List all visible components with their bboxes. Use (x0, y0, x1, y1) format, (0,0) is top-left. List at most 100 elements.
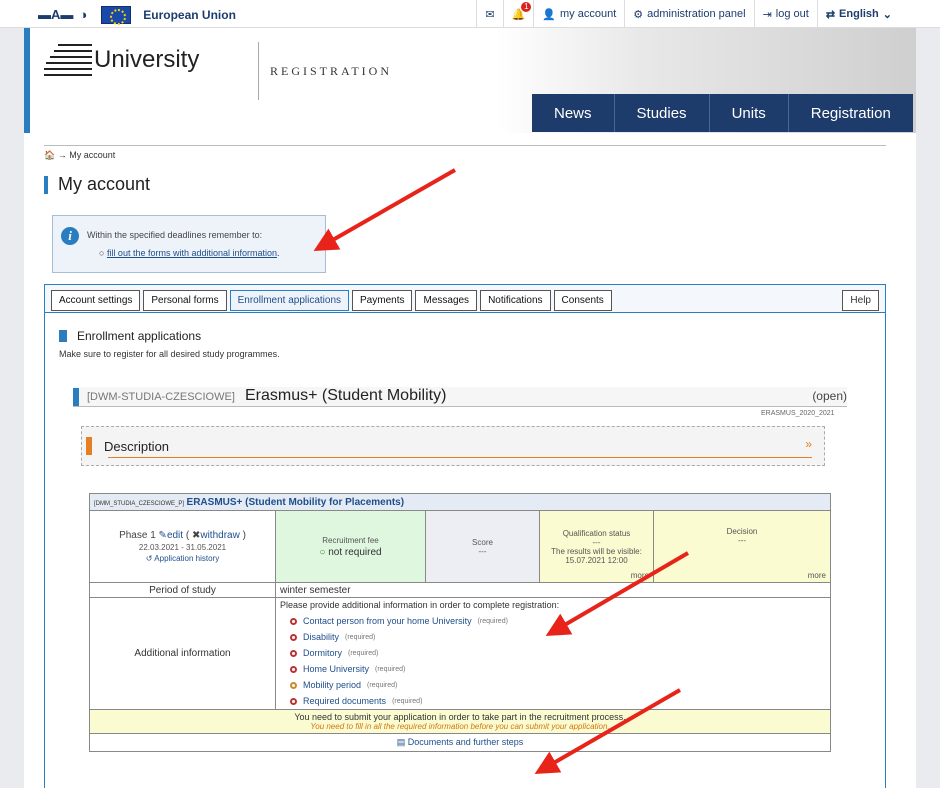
submit-cell: You need to submit your application in o… (89, 709, 831, 734)
decision-more-link[interactable]: more (808, 571, 826, 580)
documents-link-label: Documents and further steps (407, 737, 524, 747)
item-required: (required) (375, 665, 406, 673)
tab-account-settings[interactable]: Account settings (51, 290, 141, 311)
description-panel[interactable]: Description » (81, 426, 825, 466)
notification-count: 1 (521, 1, 532, 12)
info-text: Within the specified deadlines remember … (87, 230, 263, 240)
section-title-text: Enrollment applications (77, 329, 202, 343)
application-name: Erasmus+ (Student Mobility) (245, 387, 447, 404)
additional-info-link[interactable]: fill out the forms with additional infor… (107, 248, 277, 258)
decision-cell: Decision --- more (653, 510, 831, 583)
tab-enrollment-applications[interactable]: Enrollment applications (229, 290, 350, 311)
item-required: (required) (392, 697, 423, 705)
qualification-more-link[interactable]: more (631, 571, 649, 580)
document-icon: ▤ (396, 737, 406, 747)
application-header: [DWM-STUDIA-CZESCIOWE] Erasmus+ (Student… (73, 387, 847, 407)
score-label: Score (472, 537, 493, 547)
withdraw-link[interactable]: withdraw (200, 530, 239, 541)
documents-link[interactable]: ▤ Documents and further steps (89, 733, 831, 752)
section-title: Enrollment applications (59, 329, 201, 343)
top-bar: ▬A▬ ◑ European Union ✉ 🔔 1 👤 my account ⚙ a… (0, 0, 940, 28)
contrast-text-icon[interactable]: ▬A▬ (38, 8, 73, 22)
logout-icon: ⇥ (762, 8, 772, 21)
mail-button[interactable]: ✉ (476, 0, 502, 28)
list-item[interactable]: Disability (required) (280, 629, 830, 645)
required-status-icon (290, 697, 297, 705)
info-link-suffix: . (277, 248, 280, 258)
edit-link[interactable]: edit (167, 530, 183, 541)
table-header-row: [DMM_STUDIA_CZESCIOWE_P] ERASMUS+ (Stude… (89, 493, 831, 511)
description-underline (108, 457, 812, 458)
circle-icon: ○ (319, 546, 326, 558)
tab-messages[interactable]: Messages (415, 290, 478, 311)
eu-flag-icon (101, 6, 132, 25)
required-status-icon (290, 633, 297, 641)
user-menu: ✉ 🔔 1 👤 my account ⚙ administration panel ⇥… (476, 0, 900, 28)
submit-row: You need to submit your application in o… (89, 709, 831, 734)
phase-label: Phase 1 (119, 530, 156, 541)
table-header-cell: [DMM_STUDIA_CZESCIOWE_P] ERASMUS+ (Stude… (89, 493, 831, 511)
application-history-link[interactable]: ↺ Application history (90, 554, 275, 563)
info-link-item: ○ fill out the forms with additional inf… (99, 248, 280, 258)
item-name: Required documents (303, 696, 387, 706)
application-code: [DWM-STUDIA-CZESCIOWE] (87, 391, 235, 403)
accessibility-tools: ▬A▬ ◑ European Union (38, 6, 236, 25)
home-icon[interactable]: 🏠 (44, 150, 55, 160)
required-status-icon (290, 681, 297, 689)
list-item[interactable]: Required documents (required) (280, 693, 830, 709)
breadcrumb-current: My account (69, 150, 116, 160)
university-logo[interactable]: University (44, 40, 199, 80)
title-accent-bar (44, 175, 48, 194)
notifications-button[interactable]: 🔔 1 (502, 0, 534, 28)
info-box: i Within the specified deadlines remembe… (52, 215, 326, 273)
my-account-label: my account (560, 8, 617, 20)
tab-consents[interactable]: Consents (553, 290, 612, 311)
language-select[interactable]: ⇄ English ⌄ (816, 0, 900, 28)
nav-news[interactable]: News (532, 94, 614, 132)
qualification-value: --- (592, 537, 601, 547)
logout-link[interactable]: ⇥ log out (753, 0, 817, 28)
additional-list: Please provide additional information in… (275, 597, 831, 710)
tab-personal-forms[interactable]: Personal forms (143, 290, 227, 311)
description-title: Description (86, 437, 169, 455)
logo-divider (258, 42, 259, 100)
submit-note: You need to submit your application in o… (294, 712, 626, 722)
nav-registration[interactable]: Registration (787, 94, 913, 132)
breadcrumb: 🏠 → My account (44, 145, 886, 161)
score-value: --- (478, 546, 487, 556)
tab-notifications[interactable]: Notifications (480, 290, 551, 311)
application-status: (open) (812, 389, 847, 403)
list-item[interactable]: Home University (required) (280, 661, 830, 677)
phase-cell: Phase 1 ✎edit ( ✖withdraw ) 22.03.2021 -… (89, 510, 276, 583)
list-item[interactable]: Dormitory (required) (280, 645, 830, 661)
list-item[interactable]: Contact person from your home University… (280, 613, 830, 629)
history-label: Application history (154, 554, 220, 563)
item-name: Dormitory (303, 648, 343, 658)
site-subtitle: REGISTRATION (270, 64, 392, 78)
decision-value: --- (738, 535, 746, 545)
help-button[interactable]: Help (842, 290, 879, 311)
period-row: Period of study winter semester (89, 582, 831, 598)
status-row: Phase 1 ✎edit ( ✖withdraw ) 22.03.2021 -… (89, 510, 831, 583)
main-navigation: News Studies Units Registration (532, 94, 913, 132)
user-icon: 👤 (542, 8, 556, 21)
list-item[interactable]: Mobility period (required) (280, 677, 830, 693)
my-account-link[interactable]: 👤 my account (533, 0, 624, 28)
bell-icon: 🔔 1 (512, 1, 532, 21)
item-required: (required) (345, 633, 376, 641)
tab-payments[interactable]: Payments (352, 290, 413, 311)
nav-studies[interactable]: Studies (613, 94, 709, 132)
nav-units[interactable]: Units (708, 94, 788, 132)
contrast-icon[interactable]: ◑ (79, 8, 87, 22)
admin-panel-link[interactable]: ⚙ administration panel (624, 0, 753, 28)
site-header: University REGISTRATION News Studies Uni… (24, 28, 916, 133)
chevron-double-down-icon[interactable]: » (805, 437, 812, 451)
page: University REGISTRATION News Studies Uni… (24, 28, 916, 788)
tab-list: Account settings Personal forms Enrollme… (51, 290, 612, 311)
tab-content: Enrollment applications Make sure to reg… (44, 312, 886, 788)
item-required: (required) (477, 617, 508, 625)
required-status-icon (290, 665, 297, 673)
fee-cell: Recruitment fee ○ not required (275, 510, 426, 583)
additional-label: Additional information (89, 597, 276, 710)
submit-warning: You need to fill in all the required inf… (310, 722, 610, 731)
